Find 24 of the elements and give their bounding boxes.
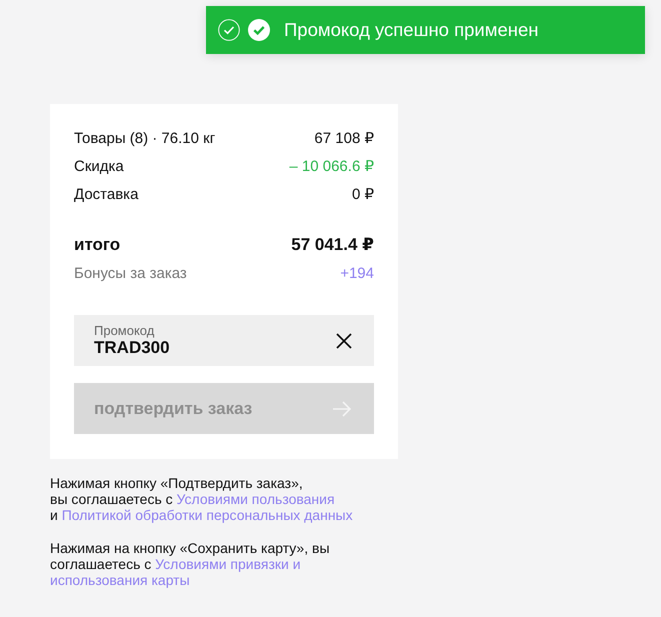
promo-code-field[interactable]: Промокод TRAD300: [74, 315, 374, 366]
toast-message: Промокод успешно применен: [284, 19, 538, 41]
legal-link[interactable]: Политикой обработки персональных данных: [62, 507, 353, 523]
arrow-right-icon: [332, 400, 352, 416]
bonus-value: +194: [340, 264, 374, 282]
promo-code-input[interactable]: TRAD300: [94, 338, 294, 358]
summary-value: 0 ₽: [352, 185, 374, 203]
legal-link[interactable]: использования карты: [50, 572, 190, 588]
summary-label: Скидка: [74, 158, 124, 174]
total-value: 57 041.4 ₽: [291, 235, 374, 255]
summary-label: Товары (8) · 76.10 кг: [74, 130, 216, 146]
check-ring-icon: [218, 19, 240, 41]
legal-notice: Нажимая кнопку «Подтвердить заказ», вы соглашаетесь с Условиями пользования и Политикой обработки персональных данных: [50, 475, 353, 523]
total-label: итого: [74, 235, 120, 255]
summary-label: Доставка: [74, 186, 138, 202]
legal-notice: Нажимая на кнопку «Сохранить карту», вы соглашаетесь с Условиями привязки и использования карты: [50, 540, 330, 588]
field-label: Промокод: [94, 322, 154, 338]
legal-link[interactable]: Условиями привязки и: [155, 556, 301, 572]
legal-link[interactable]: Условиями пользования: [176, 491, 335, 507]
clear-icon[interactable]: [336, 332, 352, 348]
bonus-label: Бонусы за заказ: [74, 264, 187, 282]
summary-value: – 10 066.6 ₽: [289, 157, 374, 175]
summary-value: 67 108 ₽: [314, 129, 374, 147]
check-circle-icon: [248, 19, 270, 41]
